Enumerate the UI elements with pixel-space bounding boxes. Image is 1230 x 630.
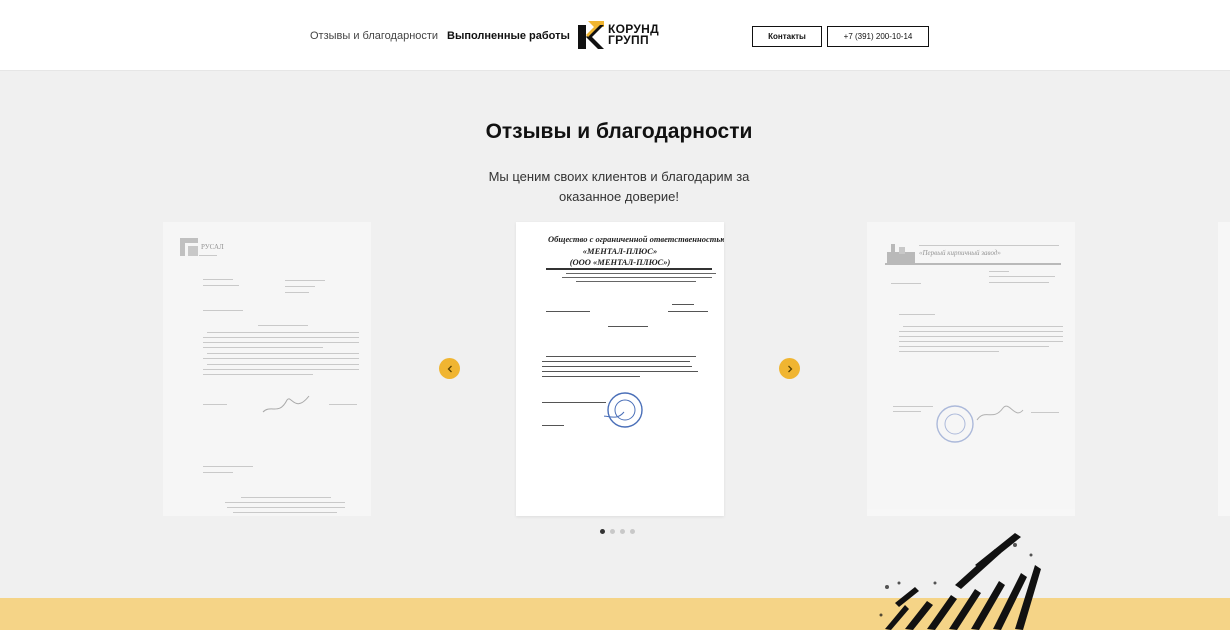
phone-button[interactable]: +7 (391) 200-10-14 xyxy=(827,26,929,47)
slider-dot-4[interactable] xyxy=(630,529,635,534)
logo-text: КОРУНД ГРУПП xyxy=(608,23,659,47)
logo-mark-icon xyxy=(578,21,604,49)
nav-link-works[interactable]: Выполненные работы xyxy=(447,30,570,42)
section-title: Отзывы и благодарности xyxy=(485,120,753,143)
contacts-button[interactable]: Контакты xyxy=(752,26,822,47)
review-letter-next-peek xyxy=(1218,222,1230,516)
slider-dot-1[interactable] xyxy=(600,529,605,534)
review-letter-mental-plus[interactable]: Общество с ограниченной ответственностью… xyxy=(516,222,724,516)
factory-org: «Первый кирпичный завод» xyxy=(919,249,1001,257)
slider-prev-button[interactable] xyxy=(439,358,460,379)
slider-dot-3[interactable] xyxy=(620,529,625,534)
slider-next-button[interactable] xyxy=(779,358,800,379)
mental-org-line-2: «МЕНТАЛ-ПЛЮС» xyxy=(582,246,658,256)
mental-org-line-1: Общество с ограниченной ответственностью xyxy=(548,234,724,244)
factory-seal-icon xyxy=(936,405,974,443)
slider-pagination xyxy=(600,529,635,534)
factory-logo-icon xyxy=(887,244,915,264)
chevron-right-icon xyxy=(787,365,792,372)
mental-org-line-3: (ООО «МЕНТАЛ-ПЛЮС») xyxy=(569,257,671,267)
tire-track-icon xyxy=(879,533,1041,630)
slider-dot-2[interactable] xyxy=(610,529,615,534)
section-subtitle: Мы ценим своих клиентов и благодарим за … xyxy=(488,169,750,204)
nav-link-reviews[interactable]: Отзывы и благодарности xyxy=(310,30,438,42)
review-letter-rusal[interactable]: РУСАЛ xyxy=(163,222,371,516)
company-seal-icon xyxy=(604,392,643,428)
site-header: Отзывы и благодарности Выполненные работ… xyxy=(0,0,1230,71)
review-letter-brick-factory[interactable]: «Первый кирпичный завод» xyxy=(867,222,1075,516)
factory-signature-icon xyxy=(976,405,1024,421)
logo[interactable]: КОРУНД ГРУПП xyxy=(578,21,668,51)
rusal-logo-icon xyxy=(180,238,198,256)
chevron-left-icon xyxy=(447,365,452,372)
footer-band xyxy=(0,598,1230,630)
rusal-org: РУСАЛ xyxy=(201,243,224,251)
logo-line-2: ГРУПП xyxy=(608,33,649,47)
signature-icon xyxy=(262,395,310,413)
